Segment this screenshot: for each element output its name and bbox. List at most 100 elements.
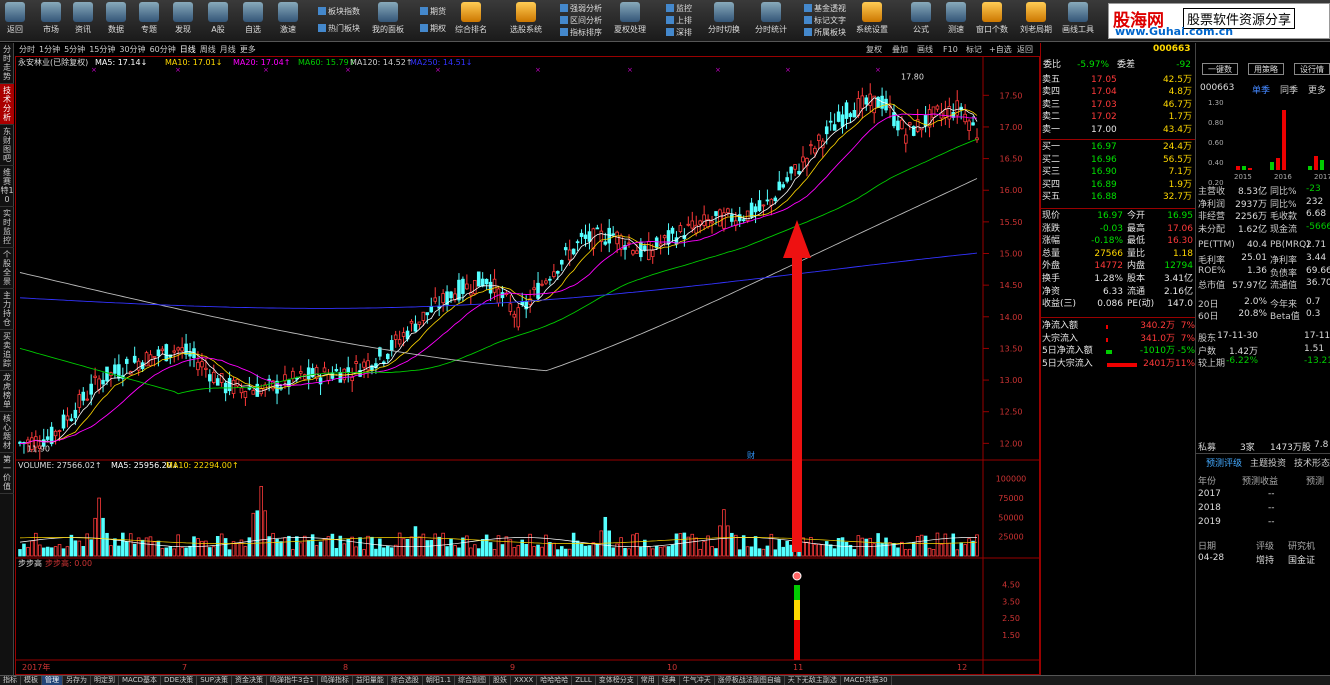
toolbar-btn-9[interactable]: 我的面板 (366, 2, 410, 40)
low-annot: 11.90 (27, 445, 50, 454)
indicator-tab-5[interactable]: MACD基本 (119, 676, 161, 685)
toolbar-btn-14[interactable]: 分时统计 (749, 2, 793, 40)
period-tab-5[interactable]: 60分钟 (150, 43, 176, 56)
indicator-tab-12[interactable]: 综合选股 (388, 676, 423, 685)
period-tab-3[interactable]: 15分钟 (89, 43, 115, 56)
side-tab-2[interactable]: 东财图吧 (0, 125, 14, 166)
toolbar-sub-s13[interactable]: 所属板块 (804, 27, 846, 38)
side-tab-6[interactable]: 主力持仓 (0, 289, 14, 330)
indicator-tab-0[interactable]: 指标 (0, 676, 21, 685)
far-yoy[interactable]: 同季 (1280, 83, 1298, 96)
side-tab-3[interactable]: 维赛特10 (0, 166, 14, 207)
indicator-tab-9[interactable]: 鸣弹指牛3合1 (267, 676, 318, 685)
toolbar-btn-0[interactable]: 返回 (0, 2, 30, 40)
toolbar-btn-13[interactable]: 分时切换 (702, 2, 746, 40)
far-tab-1[interactable]: 主题投资 (1250, 456, 1286, 469)
toolbar-sub-s3[interactable]: 期货 (420, 6, 446, 17)
toolbar-btn-1[interactable]: 市场 (36, 2, 66, 40)
indicator-tab-18[interactable]: ZLLL (572, 676, 596, 685)
volume-bar (160, 548, 165, 557)
toolbar-btn-8[interactable]: 激速 (273, 2, 303, 40)
toolbar-sub-s9[interactable]: 上排 (666, 15, 692, 26)
side-tab-0[interactable]: 分时走势 (0, 43, 14, 84)
toolbar-btn-15[interactable]: 系统设置 (850, 2, 894, 40)
side-tab-1[interactable]: 技术分析 (0, 84, 14, 125)
toolbar-sub-s12[interactable]: 标记文字 (804, 15, 846, 26)
far-btn-0[interactable]: 一键数 (1202, 63, 1238, 75)
chart-tool-0[interactable]: 复权 (866, 43, 882, 56)
far-season[interactable]: 单季 (1252, 83, 1270, 96)
indicator-tab-2[interactable]: 管理 (42, 676, 63, 685)
indicator-tab-4[interactable]: 明定到 (91, 676, 119, 685)
toolbar-btn-19[interactable]: 刘老局期 (1014, 2, 1058, 40)
toolbar-sub-s10[interactable]: 深排 (666, 27, 692, 38)
period-tab-2[interactable]: 5分钟 (64, 43, 85, 56)
toolbar-btn-3[interactable]: 数据 (101, 2, 131, 40)
toolbar-sub-s8[interactable]: 监控 (666, 3, 692, 14)
far-more[interactable]: 更多 (1308, 83, 1326, 96)
indicator-tab-19[interactable]: 变体榜分支 (596, 676, 638, 685)
period-tab-9[interactable]: 更多 (240, 43, 256, 56)
indicator-tab-8[interactable]: 资金决策 (232, 676, 267, 685)
toolbar-btn-11[interactable]: 选股系统 (504, 2, 548, 40)
side-tab-4[interactable]: 实时监控 (0, 207, 14, 248)
period-tab-1[interactable]: 1分钟 (39, 43, 60, 56)
period-tab-0[interactable]: 分时 (19, 43, 35, 56)
toolbar-btn-12[interactable]: 夏权处理 (608, 2, 652, 40)
toolbar-sub-s4[interactable]: 期权 (420, 23, 446, 34)
indicator-tab-24[interactable]: 天下无敌主副选 (785, 676, 841, 685)
period-tab-4[interactable]: 30分钟 (119, 43, 145, 56)
side-tab-10[interactable]: 第一价值 (0, 453, 14, 494)
far-btn-2[interactable]: 设行情 (1294, 63, 1330, 75)
chart-tool-3[interactable]: F10 (943, 43, 958, 56)
toolbar-sub-s1[interactable]: 板块指数 (318, 6, 360, 17)
toolbar-btn-5[interactable]: 发现 (168, 2, 198, 40)
indicator-tab-20[interactable]: 常用 (638, 676, 659, 685)
chart-tool-2[interactable]: 画线 (917, 43, 933, 56)
indicator-tab-3[interactable]: 另存为 (63, 676, 91, 685)
toolbar-btn-6[interactable]: A股 (203, 2, 233, 40)
indicator-tab-15[interactable]: 股妖 (490, 676, 512, 685)
indicator-tab-1[interactable]: 模板 (21, 676, 42, 685)
toolbar-btn-7[interactable]: 自选 (238, 2, 268, 40)
indicator-tab-16[interactable]: XXXX (511, 676, 538, 685)
toolbar-btn-18[interactable]: 窗口个数 (970, 2, 1014, 40)
chart-tool-6[interactable]: 返回 (1017, 43, 1033, 56)
toolbar-sub-s11[interactable]: 基金透视 (804, 3, 846, 14)
indicator-tab-6[interactable]: DDE决策 (161, 676, 198, 685)
indicator-tab-21[interactable]: 经典 (659, 676, 680, 685)
candle-body (603, 241, 608, 245)
indicator-tab-23[interactable]: 涨停板战法副图自编 (715, 676, 785, 685)
far-btn-1[interactable]: 用策略 (1248, 63, 1284, 75)
period-tab-7[interactable]: 周线 (200, 43, 216, 56)
fin-row-label: 毛利率 (1198, 256, 1226, 266)
toolbar-btn-10[interactable]: 综合排名 (449, 2, 493, 40)
side-tab-7[interactable]: 买卖追踪 (0, 330, 14, 371)
chart-tool-5[interactable]: +自选 (989, 43, 1012, 56)
indicator-tab-17[interactable]: 哈哈哈哈 (537, 676, 573, 685)
toolbar-sub-s2[interactable]: 热门板块 (318, 23, 360, 34)
side-tab-8[interactable]: 龙虎榜单 (0, 371, 14, 412)
side-tab-9[interactable]: 核心题材 (0, 412, 14, 453)
toolbar-sub-s5[interactable]: 强弱分析 (560, 3, 602, 14)
indicator-tab-25[interactable]: MACD共振30 (841, 676, 892, 685)
period-tab-8[interactable]: 月线 (220, 43, 236, 56)
indicator-tab-10[interactable]: 鸣弹指标 (318, 676, 353, 685)
period-tab-6[interactable]: 日线 (180, 43, 196, 56)
indicator-tab-11[interactable]: 益阳量能 (353, 676, 388, 685)
indicator-tab-22[interactable]: 牛气冲天 (680, 676, 715, 685)
toolbar-btn-2[interactable]: 资讯 (68, 2, 98, 40)
chart-tool-4[interactable]: 标记 (966, 43, 982, 56)
toolbar-sub-s6[interactable]: 区间分析 (560, 15, 602, 26)
indicator-tab-14[interactable]: 综合副图 (455, 676, 491, 685)
side-tab-5[interactable]: 个股全景 (0, 248, 14, 289)
far-tab-0[interactable]: 预测评级 (1206, 456, 1242, 469)
toolbar-sub-s7[interactable]: 指标排序 (560, 27, 602, 38)
kline-chart[interactable]: 17.50 17.00 16.50 16.00 15.50 15.00 14.50 14.00… (15, 56, 1040, 675)
toolbar-btn-20[interactable]: 画线工具 (1056, 2, 1100, 40)
indicator-tab-13[interactable]: 朝阳1.1 (423, 676, 456, 685)
indicator-tab-7[interactable]: SUP决策 (197, 676, 232, 685)
toolbar-btn-4[interactable]: 专题 (134, 2, 164, 40)
far-tab-2[interactable]: 技术形态 (1294, 456, 1330, 469)
chart-tool-1[interactable]: 叠加 (892, 43, 908, 56)
